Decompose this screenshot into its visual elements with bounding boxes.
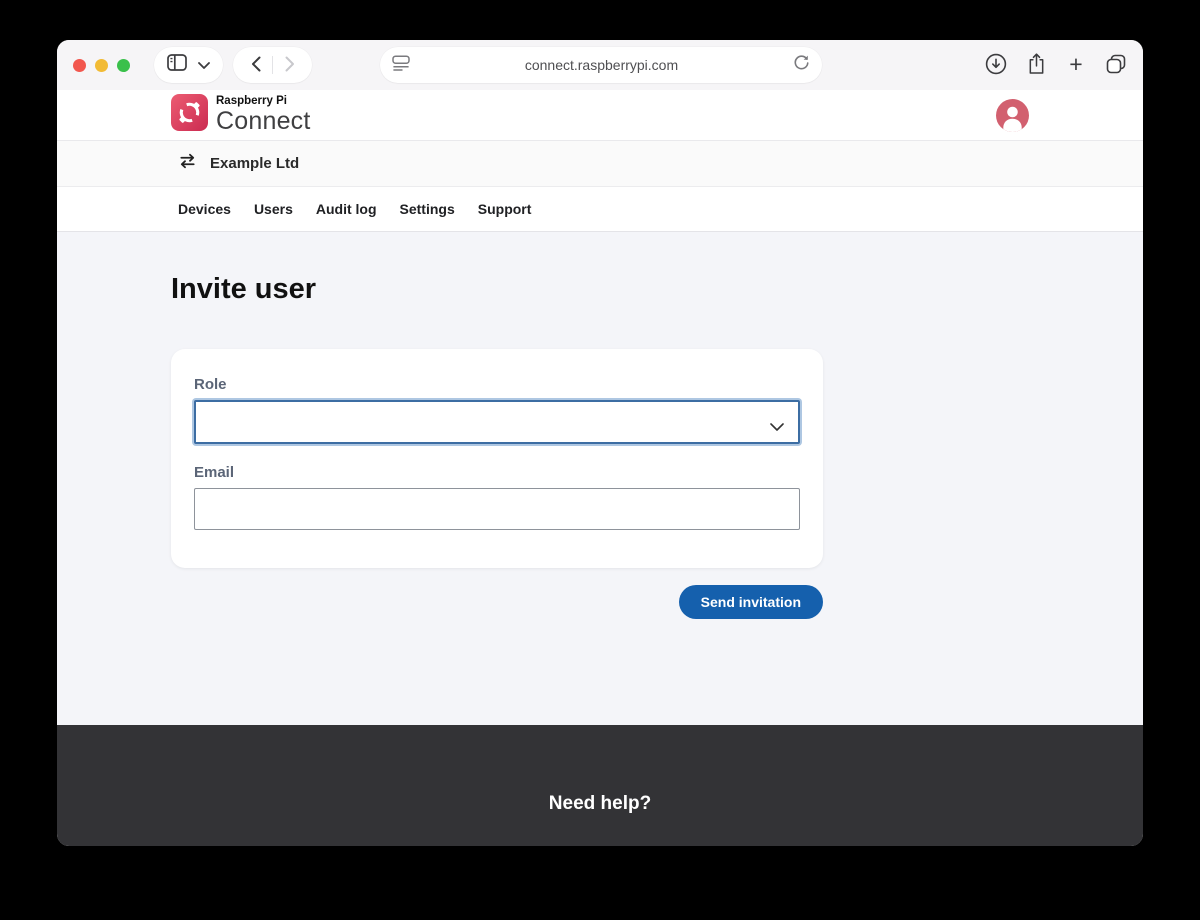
role-label: Role: [194, 376, 800, 393]
forward-button[interactable]: [273, 47, 306, 83]
swap-arrows-icon: [178, 153, 197, 174]
sidebar-icon: [167, 54, 187, 76]
downloads-button[interactable]: [983, 50, 1009, 80]
new-tab-button[interactable]: +: [1063, 50, 1089, 80]
need-help-heading: Need help?: [549, 793, 651, 815]
account-menu-button[interactable]: [996, 99, 1029, 132]
close-window-button[interactable]: [73, 59, 86, 72]
chevron-right-icon: [285, 56, 295, 75]
reload-icon[interactable]: [793, 54, 810, 76]
chevron-left-icon: [251, 56, 261, 75]
tab-support[interactable]: Support: [478, 201, 532, 217]
browser-window: connect.raspberrypi.com +: [57, 40, 1143, 846]
brand-text: Raspberry Pi Connect: [216, 96, 311, 134]
toolbar-right: +: [983, 40, 1129, 90]
minimize-window-button[interactable]: [95, 59, 108, 72]
sidebar-toggle-button[interactable]: [154, 47, 223, 83]
share-icon: [1027, 52, 1046, 78]
connect-logo-icon: [171, 94, 208, 136]
tab-users[interactable]: Users: [254, 201, 293, 217]
role-select-wrap: [194, 400, 800, 444]
role-select[interactable]: [194, 400, 800, 444]
email-label: Email: [194, 464, 800, 481]
invite-form: Role Email Send invitation: [171, 349, 823, 619]
tab-settings[interactable]: Settings: [400, 201, 455, 217]
avatar-icon: [996, 120, 1029, 135]
organisation-name: Example Ltd: [210, 155, 299, 172]
browser-toolbar: connect.raspberrypi.com +: [57, 40, 1143, 90]
organisation-switcher[interactable]: Example Ltd: [178, 153, 299, 174]
organisation-bar: Example Ltd: [57, 141, 1143, 187]
history-nav: [233, 47, 312, 83]
send-invitation-button[interactable]: Send invitation: [679, 585, 823, 619]
brand-connect: Connect: [216, 109, 311, 134]
reader-view-icon[interactable]: [392, 55, 410, 76]
invite-form-card: Role Email: [171, 349, 823, 568]
url-text: connect.raspberrypi.com: [410, 57, 793, 73]
tab-devices[interactable]: Devices: [178, 201, 231, 217]
zoom-window-button[interactable]: [117, 59, 130, 72]
brand-logo-link[interactable]: Raspberry Pi Connect: [171, 94, 311, 136]
traffic-lights: [73, 59, 130, 72]
share-button[interactable]: [1023, 50, 1049, 80]
tabs-icon: [1105, 53, 1127, 78]
main-content: Invite user Role Email Send invitation: [57, 232, 1143, 725]
tab-overview-button[interactable]: [1103, 50, 1129, 80]
plus-icon: +: [1069, 53, 1082, 76]
tab-audit-log[interactable]: Audit log: [316, 201, 377, 217]
address-bar[interactable]: connect.raspberrypi.com: [380, 47, 822, 83]
main-nav: Devices Users Audit log Settings Support: [57, 187, 1143, 232]
page-footer: Need help?: [57, 725, 1143, 846]
site-header: Raspberry Pi Connect: [57, 90, 1143, 141]
download-icon: [985, 53, 1007, 78]
back-button[interactable]: [239, 47, 272, 83]
page-title: Invite user: [171, 273, 1143, 306]
chevron-down-icon: [198, 56, 210, 74]
email-field[interactable]: [194, 488, 800, 530]
